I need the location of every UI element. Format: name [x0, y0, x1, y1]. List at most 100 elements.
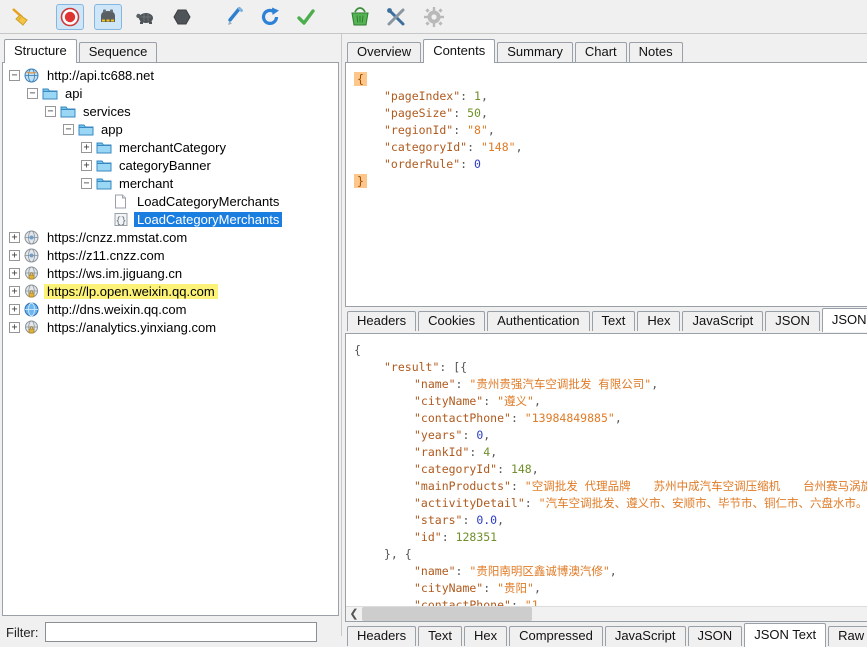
gear-icon[interactable]: [420, 4, 448, 30]
collapse-icon[interactable]: −: [63, 124, 74, 135]
tab-text[interactable]: Text: [418, 626, 462, 646]
tab-contents[interactable]: Contents: [423, 39, 495, 63]
folder-icon: [96, 140, 112, 155]
secure-globe-icon: [24, 284, 40, 299]
code-line: "pageIndex": 1,: [354, 88, 862, 105]
globe-icon: [24, 302, 40, 317]
expand-icon[interactable]: +: [9, 232, 20, 243]
code-line: "contactPhone": "13984849885",: [354, 410, 862, 427]
tree-row-label: https://cnzz.mmstat.com: [44, 230, 190, 245]
tab-javascript[interactable]: JavaScript: [605, 626, 686, 646]
code-line: {: [354, 342, 862, 359]
capture-icon[interactable]: [94, 4, 122, 30]
tree-row[interactable]: +https://z11.cnzz.com: [3, 246, 338, 264]
tab-overview[interactable]: Overview: [347, 42, 421, 62]
tree-row[interactable]: + categoryBanner: [3, 156, 338, 174]
request-content-pane: {"pageIndex": 1,"pageSize": 50,"regionId…: [345, 62, 867, 307]
tab-hex[interactable]: Hex: [637, 311, 680, 331]
tree-row-label: api: [62, 86, 85, 101]
refresh-icon[interactable]: [256, 4, 284, 30]
tree-row[interactable]: + https://ws.im.jiguang.cn: [3, 264, 338, 282]
record-icon[interactable]: [56, 4, 84, 30]
tree-row-label: https://lp.open.weixin.qq.com: [44, 284, 218, 299]
tab-cookies[interactable]: Cookies: [418, 311, 485, 331]
validate-check-icon[interactable]: [292, 4, 320, 30]
code-line: "name": "贵阳南明区鑫诚博澳汽修",: [354, 563, 862, 580]
collapse-icon[interactable]: −: [9, 70, 20, 81]
response-view-tab-strip: HeadersTextHexCompressedJavaScriptJSONJS…: [345, 622, 867, 646]
tree-row[interactable]: + https://lp.open.weixin.qq.com: [3, 282, 338, 300]
tree-row[interactable]: +https://analytics.yinxiang.com: [3, 318, 338, 336]
expand-icon[interactable]: +: [9, 250, 20, 261]
request-json-text: {"pageIndex": 1,"pageSize": 50,"regionId…: [346, 63, 867, 190]
slow-turtle-icon[interactable]: [132, 4, 160, 30]
tab-compressed[interactable]: Compressed: [509, 626, 603, 646]
tree-row-label: http://dns.weixin.qq.com: [44, 302, 189, 317]
filter-label: Filter:: [6, 625, 39, 640]
tree-row[interactable]: − services: [3, 102, 338, 120]
collapse-icon[interactable]: −: [45, 106, 56, 117]
filter-input[interactable]: [45, 622, 317, 642]
tree-row[interactable]: {}LoadCategoryMerchants: [3, 210, 338, 228]
tab-hex[interactable]: Hex: [464, 626, 507, 646]
globe-icon: [24, 68, 40, 83]
tree-row[interactable]: + merchantCategory: [3, 138, 338, 156]
tree-row[interactable]: −http://api.tc688.net: [3, 66, 338, 84]
expand-icon[interactable]: +: [81, 142, 92, 153]
code-line: "activityDetail": "汽车空调批发、遵义市、安顺市、毕节市、铜仁…: [354, 495, 862, 512]
tab-json-text[interactable]: JSON Text: [744, 623, 826, 647]
tab-json[interactable]: JSON: [765, 311, 820, 331]
tree-row-label: https://ws.im.jiguang.cn: [44, 266, 185, 281]
response-content-pane: {"result": [{"name": "贵州贵强汽车空调批发 有限公司","…: [345, 333, 867, 622]
tab-sequence[interactable]: Sequence: [79, 42, 158, 62]
scroll-left-arrow-icon[interactable]: ❮: [346, 607, 362, 621]
compose-pen-icon[interactable]: [220, 4, 248, 30]
tab-notes[interactable]: Notes: [629, 42, 683, 62]
tree-row-label: services: [80, 104, 134, 119]
tab-headers[interactable]: Headers: [347, 626, 416, 646]
tab-raw[interactable]: Raw: [828, 626, 867, 646]
collapse-icon[interactable]: −: [81, 178, 92, 189]
expand-icon[interactable]: +: [9, 322, 20, 333]
code-line: "name": "贵州贵强汽车空调批发 有限公司",: [354, 376, 862, 393]
tab-json-text[interactable]: JSON Text: [822, 308, 867, 332]
request-tree[interactable]: −http://api.tc688.net−api−services−app+m…: [2, 62, 339, 616]
collapse-icon[interactable]: −: [27, 88, 38, 99]
folder-icon: [96, 158, 112, 173]
tree-row[interactable]: − api: [3, 84, 338, 102]
folder-icon: [78, 122, 94, 137]
tab-structure[interactable]: Structure: [4, 39, 77, 63]
code-line: "rankId": 4,: [354, 444, 862, 461]
tab-json[interactable]: JSON: [688, 626, 743, 646]
scrollbar-thumb[interactable]: [362, 607, 532, 621]
tab-authentication[interactable]: Authentication: [487, 311, 589, 331]
tree-row[interactable]: −merchant: [3, 174, 338, 192]
expand-icon[interactable]: +: [9, 268, 20, 279]
globe-icon: [24, 230, 40, 245]
tab-summary[interactable]: Summary: [497, 42, 573, 62]
tree-row[interactable]: + https://cnzz.mmstat.com: [3, 228, 338, 246]
detail-panel: OverviewContentsSummaryChartNotes {"page…: [345, 34, 867, 636]
horizontal-scrollbar[interactable]: ❮: [346, 606, 867, 621]
basket-icon[interactable]: [346, 4, 374, 30]
tree-row-label: categoryBanner: [116, 158, 214, 173]
json-icon: {}: [114, 212, 130, 227]
expand-icon[interactable]: +: [81, 160, 92, 171]
tab-text[interactable]: Text: [592, 311, 636, 331]
filter-row: Filter:: [6, 622, 317, 642]
stop-icon[interactable]: [168, 4, 196, 30]
expand-icon[interactable]: +: [9, 286, 20, 297]
tree-row[interactable]: −app: [3, 120, 338, 138]
tab-javascript[interactable]: JavaScript: [682, 311, 763, 331]
code-line: "cityName": "贵阳",: [354, 580, 862, 597]
code-line: }, {: [354, 546, 862, 563]
tree-row[interactable]: + http://dns.weixin.qq.com: [3, 300, 338, 318]
svg-text:{}: {}: [116, 216, 127, 226]
tools-icon[interactable]: [382, 4, 410, 30]
clear-broom-icon[interactable]: [6, 4, 34, 30]
tree-row[interactable]: LoadCategoryMerchants: [3, 192, 338, 210]
expand-icon[interactable]: +: [9, 304, 20, 315]
tree-row-label: merchantCategory: [116, 140, 229, 155]
tab-headers[interactable]: Headers: [347, 311, 416, 331]
tab-chart[interactable]: Chart: [575, 42, 627, 62]
